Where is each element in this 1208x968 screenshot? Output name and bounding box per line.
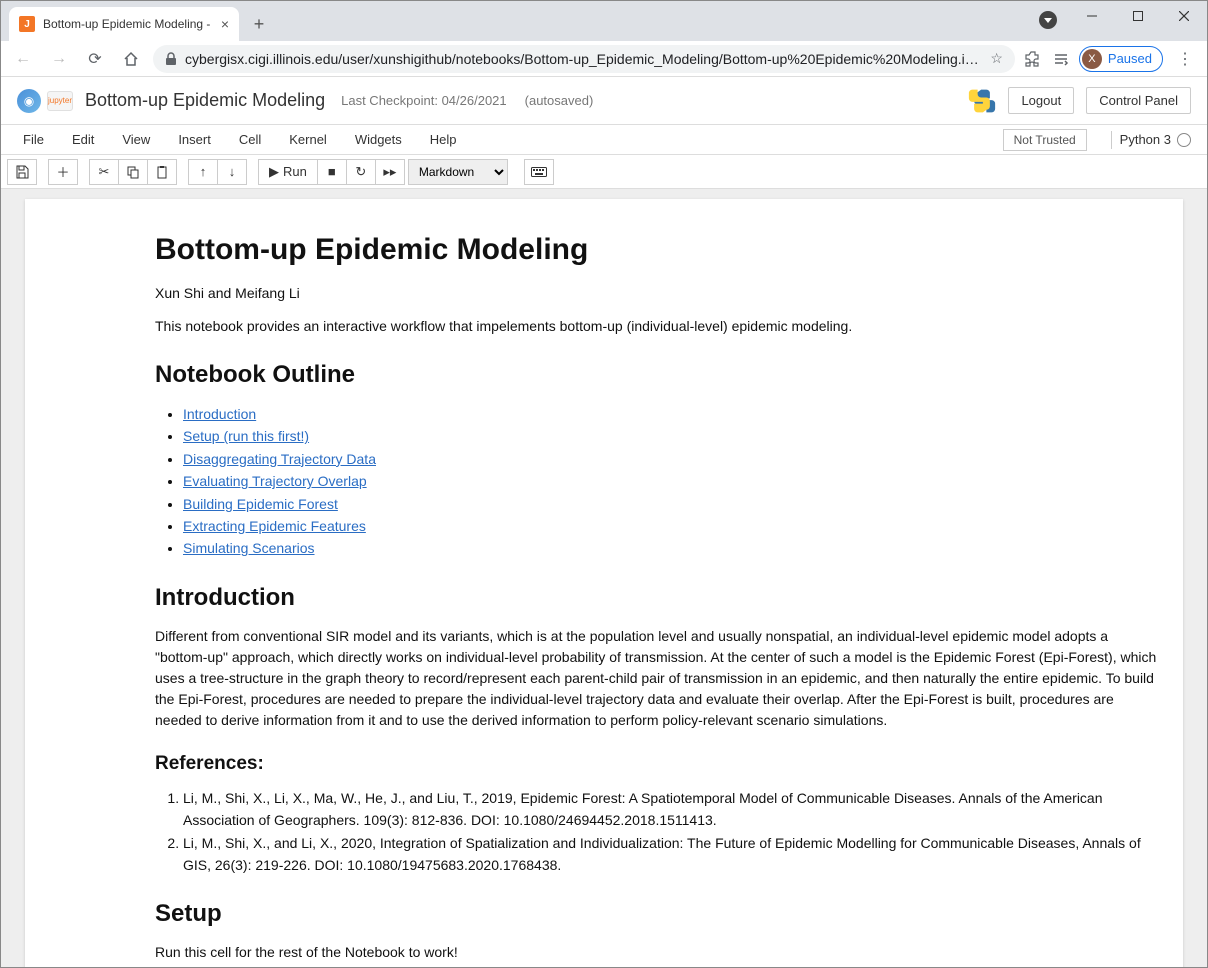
cut-button[interactable]: ✂ [89, 159, 119, 185]
address-bar: ← → ⟳ cybergisx.cigi.illinois.edu/user/x… [1, 41, 1207, 77]
setup-heading: Setup [155, 900, 1163, 928]
url-text: cybergisx.cigi.illinois.edu/user/xunshig… [185, 51, 982, 67]
intro-text: Different from conventional SIR model an… [155, 626, 1163, 731]
minimize-button[interactable] [1069, 1, 1115, 31]
outline-link[interactable]: Disaggregating Trajectory Data [183, 451, 376, 467]
move-up-button[interactable]: ↑ [188, 159, 218, 185]
add-cell-button[interactable]: ＋ [48, 159, 78, 185]
trust-badge[interactable]: Not Trusted [1003, 129, 1087, 151]
interrupt-button[interactable]: ■ [317, 159, 347, 185]
setup-text: Run this cell for the rest of the Notebo… [155, 942, 1163, 963]
outline-link[interactable]: Building Epidemic Forest [183, 496, 338, 512]
outline-link[interactable]: Evaluating Trajectory Overlap [183, 473, 367, 489]
menu-widgets[interactable]: Widgets [341, 128, 416, 151]
avatar-icon: X [1082, 49, 1102, 69]
kernel-indicator-icon [1177, 133, 1191, 147]
outline-heading: Notebook Outline [155, 361, 1163, 389]
divider [1111, 131, 1112, 149]
references-list: Li, M., Shi, X., Li, X., Ma, W., He, J.,… [155, 787, 1163, 877]
extensions-icon[interactable] [1023, 49, 1043, 69]
kernel-name[interactable]: Python 3 [1120, 132, 1171, 147]
jupyter-header: ◉ jupyter Bottom-up Epidemic Modeling La… [1, 77, 1207, 125]
forward-button[interactable]: → [45, 45, 73, 73]
autosave-label: (autosaved) [525, 93, 594, 108]
restart-run-all-button[interactable]: ▸▸ [375, 159, 405, 185]
menu-bar: File Edit View Insert Cell Kernel Widget… [1, 125, 1207, 155]
menu-edit[interactable]: Edit [58, 128, 108, 151]
close-window-button[interactable] [1161, 1, 1207, 31]
page-title: Bottom-up Epidemic Modeling [155, 233, 1163, 267]
menu-kernel[interactable]: Kernel [275, 128, 341, 151]
browser-title-bar: J Bottom-up Epidemic Modeling - × + [1, 1, 1207, 41]
move-down-button[interactable]: ↓ [217, 159, 247, 185]
notebook-page: Bottom-up Epidemic Modeling Xun Shi and … [25, 199, 1183, 967]
lock-icon [165, 52, 177, 66]
reference-item: Li, M., Shi, X., and Li, X., 2020, Integ… [183, 832, 1163, 877]
new-tab-button[interactable]: + [245, 10, 273, 38]
bookmark-star-icon[interactable]: ☆ [990, 50, 1003, 67]
authors: Xun Shi and Meifang Li [155, 283, 1163, 304]
menu-view[interactable]: View [108, 128, 164, 151]
close-icon[interactable]: × [221, 16, 229, 32]
menu-cell[interactable]: Cell [225, 128, 275, 151]
menu-help[interactable]: Help [416, 128, 471, 151]
reload-button[interactable]: ⟳ [81, 45, 109, 73]
markdown-cell: Bottom-up Epidemic Modeling Xun Shi and … [25, 229, 1183, 967]
cell-type-select[interactable]: Markdown [408, 159, 508, 185]
home-button[interactable] [117, 45, 145, 73]
profile-label: Paused [1108, 51, 1152, 66]
menu-file[interactable]: File [9, 128, 58, 151]
menu-insert[interactable]: Insert [164, 128, 225, 151]
references-heading: References: [155, 753, 1163, 775]
outline-list: Introduction Setup (run this first!) Dis… [155, 403, 1163, 560]
restart-button[interactable]: ↻ [346, 159, 376, 185]
tab-title: Bottom-up Epidemic Modeling - [43, 17, 213, 31]
reference-item: Li, M., Shi, X., Li, X., Ma, W., He, J.,… [183, 787, 1163, 832]
browser-menu-button[interactable]: ⋮ [1171, 49, 1199, 69]
save-button[interactable] [7, 159, 37, 185]
intro-heading: Introduction [155, 584, 1163, 612]
jupyter-favicon-icon: J [19, 16, 35, 32]
description: This notebook provides an interactive wo… [155, 316, 1163, 337]
paste-button[interactable] [147, 159, 177, 185]
jupyter-logo-icon[interactable]: jupyter [47, 91, 73, 111]
cybergis-logo-icon[interactable]: ◉ [17, 89, 41, 113]
copy-button[interactable] [118, 159, 148, 185]
outline-link[interactable]: Extracting Epidemic Features [183, 518, 366, 534]
toolbar: ＋ ✂ ↑ ↓ ▶ Run ■ ↻ ▸▸ Markdown [1, 155, 1207, 189]
outline-link[interactable]: Introduction [183, 406, 256, 422]
control-panel-button[interactable]: Control Panel [1086, 87, 1191, 114]
profile-chip[interactable]: X Paused [1079, 46, 1163, 72]
notebook-title[interactable]: Bottom-up Epidemic Modeling [85, 90, 325, 111]
run-label: Run [283, 164, 307, 179]
run-button[interactable]: ▶ Run [258, 159, 318, 185]
browser-tab[interactable]: J Bottom-up Epidemic Modeling - × [9, 7, 239, 41]
account-indicator-icon[interactable] [1039, 11, 1057, 29]
checkpoint-label: Last Checkpoint: 04/26/2021 [341, 93, 507, 108]
notebook-scroll[interactable]: Bottom-up Epidemic Modeling Xun Shi and … [1, 189, 1207, 967]
outline-link[interactable]: Simulating Scenarios [183, 540, 315, 556]
url-field[interactable]: cybergisx.cigi.illinois.edu/user/xunshig… [153, 45, 1015, 73]
reading-list-icon[interactable] [1051, 49, 1071, 69]
python-logo-icon [968, 87, 996, 115]
logout-button[interactable]: Logout [1008, 87, 1074, 114]
maximize-button[interactable] [1115, 1, 1161, 31]
command-palette-button[interactable] [524, 159, 554, 185]
outline-link[interactable]: Setup (run this first!) [183, 428, 309, 444]
back-button[interactable]: ← [9, 45, 37, 73]
